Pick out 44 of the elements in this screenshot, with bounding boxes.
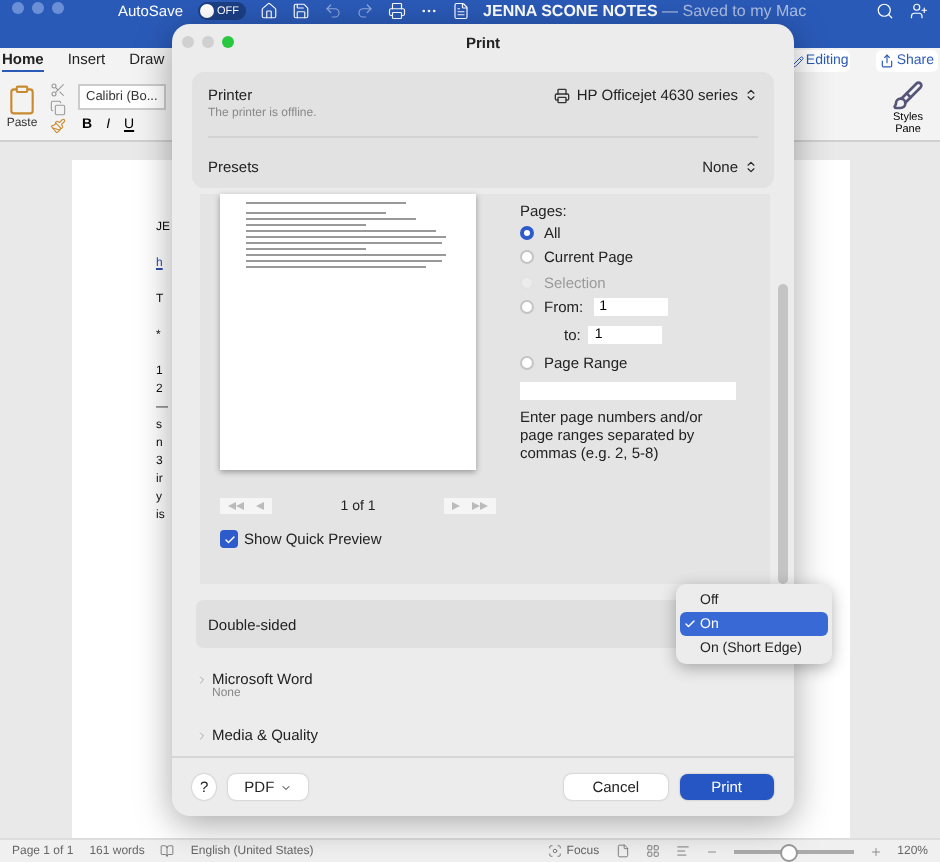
close-button[interactable] (182, 36, 194, 48)
chevrons-icon (744, 160, 758, 174)
double-arrow-left-icon (228, 502, 244, 510)
search-icon[interactable] (876, 2, 894, 20)
zoom-in-icon[interactable] (869, 845, 882, 857)
copy-icon[interactable] (50, 99, 66, 115)
print-icon[interactable] (387, 2, 406, 20)
chevron-right-icon (196, 729, 208, 741)
printer-icon (554, 87, 571, 103)
page-view-icon[interactable] (615, 844, 630, 858)
double-arrow-right-icon (471, 502, 488, 510)
page-range-field[interactable] (520, 381, 736, 399)
home-icon[interactable] (259, 2, 278, 20)
layout-icon[interactable] (645, 844, 660, 858)
first-page-button[interactable] (220, 498, 272, 514)
next-page-button[interactable] (443, 498, 496, 514)
zoom-button[interactable] (52, 2, 64, 14)
chevron-down-icon (280, 781, 293, 793)
document-icon (451, 2, 470, 20)
book-icon[interactable] (160, 844, 175, 858)
chevron-right-icon (196, 673, 208, 685)
minimize-button[interactable] (32, 2, 44, 14)
close-button[interactable] (12, 2, 24, 14)
zoom-button[interactable] (222, 36, 234, 48)
arrow-right-icon (451, 502, 460, 510)
format-painter-icon[interactable] (50, 117, 66, 133)
arrow-left-icon (256, 502, 264, 510)
cut-icon[interactable] (50, 81, 66, 97)
share-icon (880, 54, 895, 68)
zoom-out-icon[interactable] (705, 845, 718, 857)
undo-icon[interactable] (323, 2, 342, 20)
redo-icon[interactable] (355, 2, 374, 20)
paste-icon[interactable] (6, 84, 38, 116)
outline-icon[interactable] (675, 844, 690, 858)
window-title: JENNA SCONE NOTES — Saved to my Mac (483, 2, 807, 20)
save-icon[interactable] (291, 2, 310, 20)
check-icon (684, 618, 696, 630)
chevrons-icon (744, 88, 758, 102)
pencil-icon (791, 55, 804, 67)
person-icon[interactable] (910, 2, 928, 20)
focus-icon[interactable] (548, 844, 563, 858)
minimize-button[interactable] (202, 36, 214, 48)
brush-icon (892, 79, 924, 111)
check-icon (223, 533, 235, 545)
